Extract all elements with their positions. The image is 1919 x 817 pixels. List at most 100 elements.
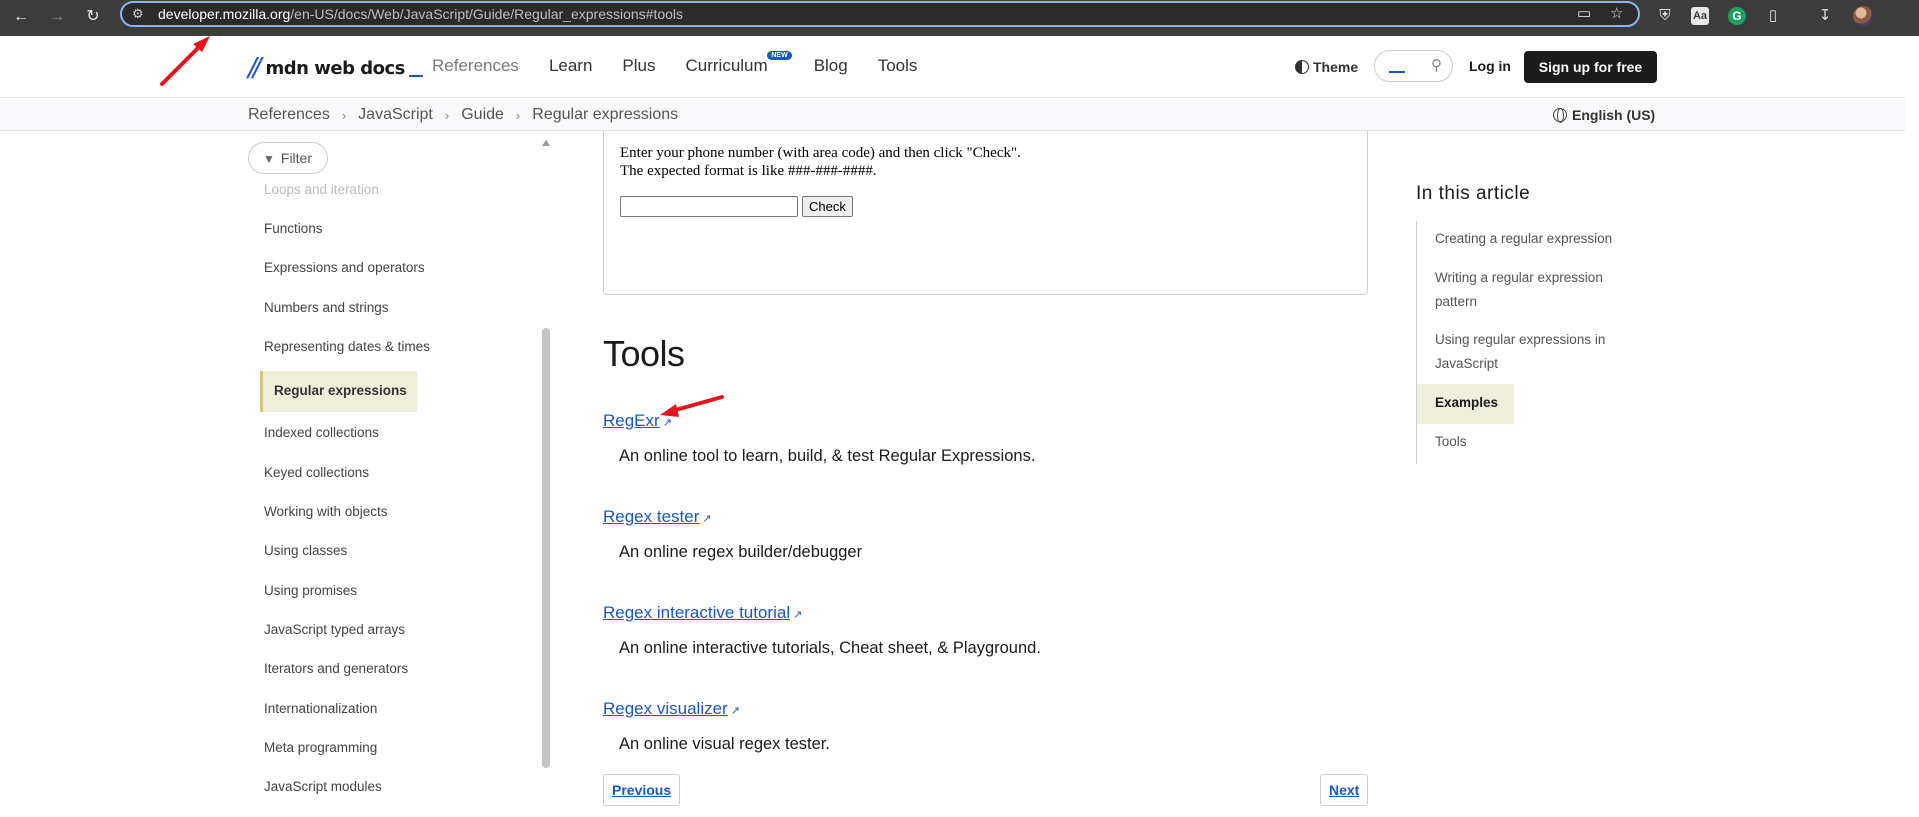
sidebar-item-expressions[interactable]: Expressions and operators <box>264 260 425 275</box>
tool-link-regex-visualizer[interactable]: Regex visualizer ↗ <box>603 699 740 719</box>
sidebar-item-meta[interactable]: Meta programming <box>264 740 377 755</box>
tool-link-regex-interactive-tutorial[interactable]: Regex interactive tutorial ↗ <box>603 603 802 623</box>
filter-icon: ▼ <box>263 152 275 166</box>
toc-item-examples[interactable]: Examples <box>1417 384 1514 424</box>
sidebar-filter-button[interactable]: ▼ Filter <box>248 142 328 174</box>
tool-description: An online interactive tutorials, Cheat s… <box>619 639 1041 657</box>
external-link-icon: ↗ <box>730 705 740 717</box>
shield-extension-icon[interactable]: ⛨ <box>1654 5 1676 27</box>
filter-label: Filter <box>280 150 313 166</box>
tool-link-label: Regex tester <box>603 507 700 526</box>
theme-toggle[interactable]: Theme <box>1295 59 1358 75</box>
tool-description: An online regex builder/debugger <box>619 543 863 561</box>
sidebar-item-typed-arrays[interactable]: JavaScript typed arrays <box>264 622 405 637</box>
scrollbar-thumb[interactable] <box>542 328 550 768</box>
previous-page-link[interactable]: Previous <box>603 774 681 806</box>
theme-label: Theme <box>1313 59 1359 75</box>
toc-item-creating[interactable]: Creating a regular expression <box>1435 227 1635 251</box>
nav-learn[interactable]: Learn <box>549 56 592 76</box>
bookmark-star-icon[interactable]: ☆ <box>1610 3 1623 25</box>
nav-plus[interactable]: Plus <box>622 56 655 76</box>
tool-link-regex-tester[interactable]: Regex tester ↗ <box>603 507 712 527</box>
external-link-icon: ↗ <box>662 417 672 429</box>
language-switcher[interactable]: English (US) <box>1553 107 1655 123</box>
back-icon[interactable]: ← <box>8 4 34 30</box>
sidebar-item-promises[interactable]: Using promises <box>264 583 357 598</box>
tool-link-label: RegExr <box>603 411 660 430</box>
scroll-up-icon[interactable] <box>542 140 550 146</box>
breadcrumb-guide[interactable]: Guide <box>461 106 504 124</box>
sidebar-item-objects[interactable]: Working with objects <box>264 504 388 519</box>
breadcrumb-bar: References › JavaScript › Guide › Regula… <box>0 99 1905 131</box>
sidebar-item-indexed[interactable]: Indexed collections <box>264 425 379 440</box>
sidebar-item-classes[interactable]: Using classes <box>264 543 347 558</box>
site-header: // mdn web docs References Learn Plus Cu… <box>0 36 1905 98</box>
external-link-icon: ↗ <box>702 513 712 525</box>
breadcrumb-javascript[interactable]: JavaScript <box>358 106 433 124</box>
install-icon[interactable]: ▭ <box>1577 3 1591 25</box>
nav-tools[interactable]: Tools <box>878 56 918 76</box>
live-example-frame: Enter your phone number (with area code)… <box>603 131 1368 295</box>
toc-item-using-in-js[interactable]: Using regular expressions in JavaScript <box>1435 328 1635 376</box>
theme-contrast-icon <box>1295 60 1309 74</box>
site-info-icon[interactable]: ⚙ <box>132 3 144 25</box>
sidebar-item-iterators[interactable]: Iterators and generators <box>264 661 408 676</box>
chevron-right-icon: › <box>341 107 347 123</box>
section-heading-tools: Tools <box>603 333 685 374</box>
reload-icon[interactable]: ↻ <box>80 4 106 30</box>
sidebar-item-functions[interactable]: Functions <box>264 221 323 236</box>
nav-curriculum[interactable]: Curriculum NEW <box>685 51 792 76</box>
breadcrumb-references[interactable]: References <box>248 106 330 124</box>
sidebar-scrollbar[interactable] <box>541 140 551 776</box>
chevron-right-icon: › <box>515 107 521 123</box>
new-badge: NEW <box>767 51 792 60</box>
browser-toolbar: ← → ↻ ⚙ developer.mozilla.org/en-US/docs… <box>0 0 1919 36</box>
search-input[interactable]: ⚲ <box>1374 50 1453 82</box>
sidebar-item-modules[interactable]: JavaScript modules <box>264 779 382 794</box>
nav-references[interactable]: References <box>432 56 519 76</box>
mdn-logo-text: mdn web docs <box>265 57 406 79</box>
sidebar-item-label: Regular expressions <box>274 383 407 398</box>
tool-link-label: Regex interactive tutorial <box>603 603 791 622</box>
tool-description: An online visual regex tester. <box>619 735 830 753</box>
sidebar-item-intl[interactable]: Internationalization <box>264 701 377 716</box>
globe-icon <box>1553 108 1567 123</box>
forward-icon[interactable]: → <box>44 4 70 30</box>
nav-blog[interactable]: Blog <box>814 56 848 76</box>
external-link-icon: ↗ <box>793 609 803 621</box>
mdn-logo-mark-icon: // <box>248 53 261 83</box>
toc-item-writing-pattern[interactable]: Writing a regular expression pattern <box>1435 266 1635 314</box>
language-label: English (US) <box>1572 107 1656 123</box>
extensions-puzzle-icon[interactable]: ▯ <box>1762 5 1784 27</box>
toc-item-tools[interactable]: Tools <box>1435 430 1635 454</box>
login-link[interactable]: Log in <box>1469 58 1511 74</box>
sidebar-item-regular-expressions[interactable]: Regular expressions <box>260 371 417 412</box>
sidebar-item-loops[interactable]: Loops and iteration <box>264 182 379 197</box>
dictionary-extension-icon[interactable]: Aa <box>1691 7 1709 25</box>
mdn-logo[interactable]: // mdn web docs <box>248 53 423 83</box>
breadcrumb: References › JavaScript › Guide › Regula… <box>248 106 678 124</box>
chevron-right-icon: › <box>444 107 450 123</box>
search-icon: ⚲ <box>1431 57 1442 74</box>
logo-cursor <box>408 75 423 77</box>
toc-title: In this article <box>1416 183 1531 204</box>
table-of-contents: Creating a regular expression Writing a … <box>1416 221 1636 464</box>
breadcrumb-regular-expressions[interactable]: Regular expressions <box>532 106 678 124</box>
address-bar[interactable]: ⚙ developer.mozilla.org/en-US/docs/Web/J… <box>120 1 1640 27</box>
grammarly-extension-icon[interactable]: G <box>1728 7 1746 25</box>
tool-link-label: Regex visualizer <box>603 699 728 718</box>
phone-number-input[interactable] <box>620 196 798 217</box>
demo-instructions: Enter your phone number (with area code)… <box>620 145 1021 161</box>
next-page-link[interactable]: Next <box>1320 774 1369 806</box>
sidebar-item-dates[interactable]: Representing dates & times <box>264 339 430 354</box>
profile-avatar-icon[interactable] <box>1853 6 1873 26</box>
tool-description: An online tool to learn, build, & test R… <box>619 447 1036 465</box>
check-button[interactable]: Check <box>802 196 853 217</box>
download-icon[interactable]: ↧ <box>1814 5 1836 27</box>
nav-curriculum-label: Curriculum <box>685 56 768 75</box>
signup-button[interactable]: Sign up for free <box>1524 51 1657 83</box>
sidebar-item-numbers[interactable]: Numbers and strings <box>264 300 389 315</box>
tool-link-regexr[interactable]: RegExr ↗ <box>603 411 672 431</box>
demo-format-hint: The expected format is like ###-###-####… <box>620 163 877 179</box>
sidebar-item-keyed[interactable]: Keyed collections <box>264 465 369 480</box>
